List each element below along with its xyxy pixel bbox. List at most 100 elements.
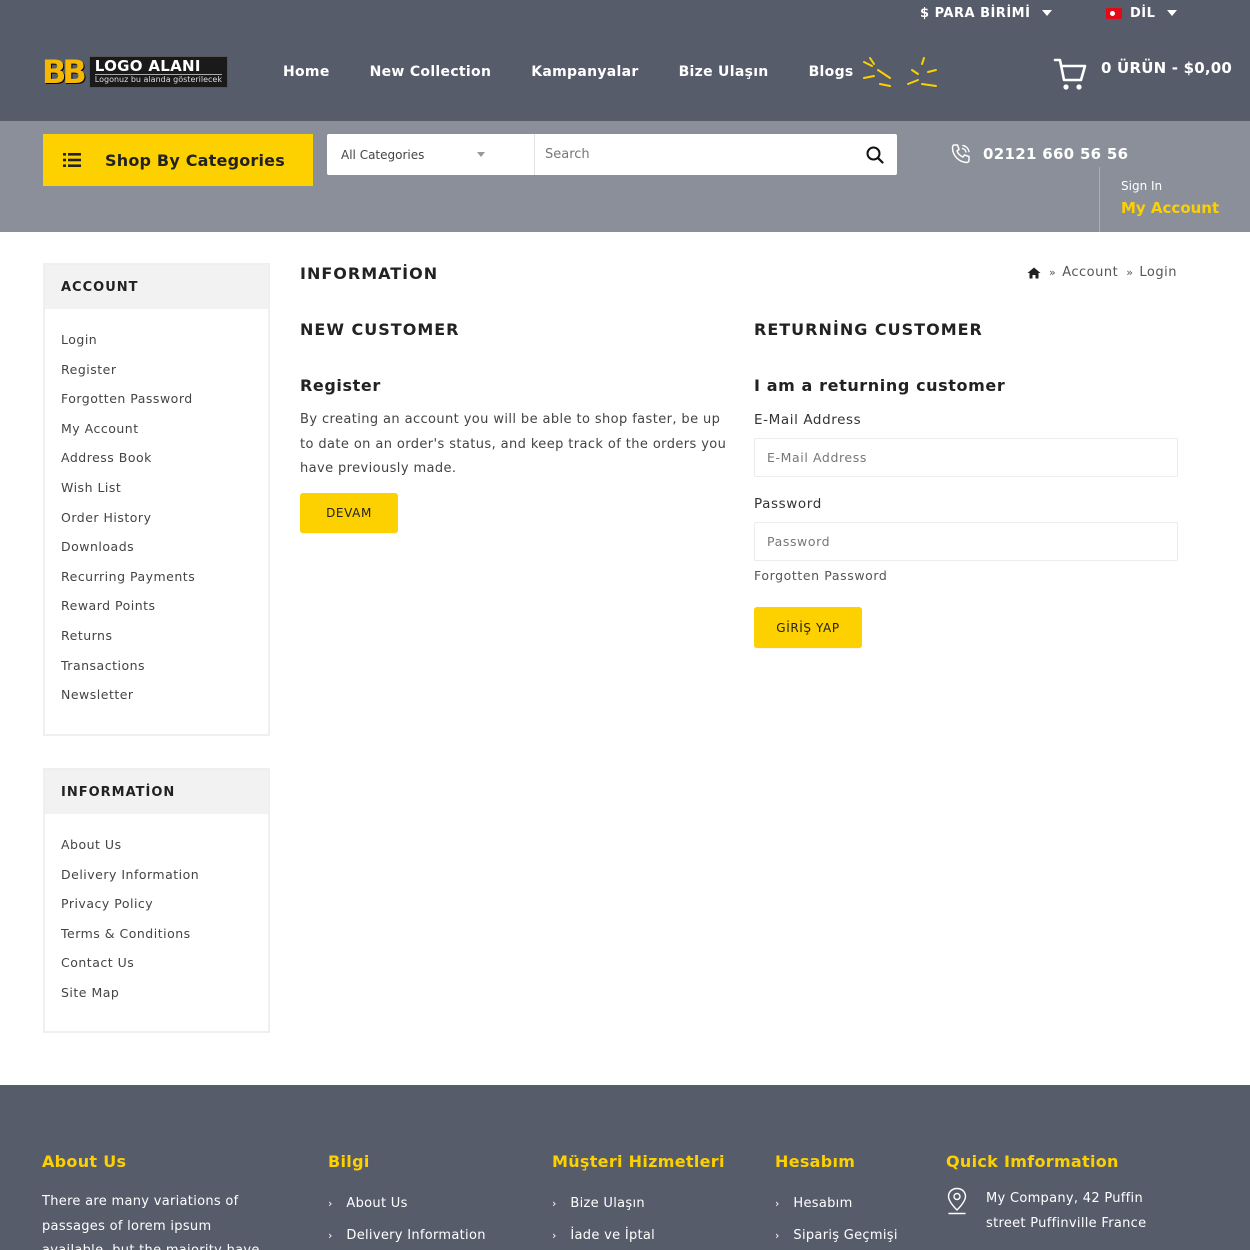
shop-by-categories-label: Shop By Categories — [105, 150, 285, 170]
phone-contact[interactable]: 02121 660 56 56 — [949, 142, 1128, 166]
returning-customer-heading: RETURNİNG CUSTOMER — [754, 320, 983, 339]
nav-blogs[interactable]: Blogs — [809, 64, 854, 80]
sign-in-link[interactable]: Sign In — [1121, 179, 1219, 193]
logo-text-box: LOGO ALANI Logonuz bu alanda gösterilece… — [88, 56, 228, 88]
list-item: Register — [61, 354, 268, 384]
language-label: DİL — [1130, 5, 1156, 21]
sidebar-link-about-us[interactable]: About Us — [61, 837, 122, 852]
password-label: Password — [754, 496, 822, 512]
footer-address-text: My Company, 42 Puffin street Puffinville… — [986, 1191, 1147, 1231]
cart-summary[interactable]: 0 ÜRÜN - $0,00 — [1053, 56, 1232, 92]
password-field[interactable] — [754, 522, 1178, 561]
sidebar-link-forgotten-password[interactable]: Forgotten Password — [61, 391, 193, 406]
nav-home[interactable]: Home — [283, 64, 330, 80]
sidebar-link-recurring-payments[interactable]: Recurring Payments — [61, 569, 195, 584]
list-menu-icon — [63, 153, 81, 167]
search-input[interactable] — [535, 134, 853, 175]
sidebar-link-site-map[interactable]: Site Map — [61, 985, 119, 1000]
sidebar-link-address-book[interactable]: Address Book — [61, 450, 152, 465]
sidebar-link-newsletter[interactable]: Newsletter — [61, 687, 134, 702]
shop-by-categories-button[interactable]: Shop By Categories — [43, 134, 313, 186]
footer-link-delivery-information[interactable]: Delivery Information — [346, 1225, 485, 1247]
search-button[interactable] — [853, 134, 897, 175]
main-navigation: Home New Collection Kampanyalar Bize Ula… — [283, 62, 894, 82]
list-item: Address Book — [61, 442, 268, 472]
sidebar-link-login[interactable]: Login — [61, 332, 97, 347]
sidebar-link-my-account[interactable]: My Account — [61, 421, 139, 436]
nav-kampanyalar[interactable]: Kampanyalar — [531, 64, 638, 80]
list-item: Contact Us — [61, 947, 268, 977]
sidebar-link-wish-list[interactable]: Wish List — [61, 480, 121, 495]
sidebar-link-reward-points[interactable]: Reward Points — [61, 598, 156, 613]
list-item: Wish List — [61, 472, 268, 502]
list-item: Site Map — [61, 977, 268, 1007]
currency-label: $ PARA BİRİMİ — [920, 5, 1031, 21]
search-category-select[interactable]: All Categories — [327, 134, 535, 175]
sidebar-link-order-history[interactable]: Order History — [61, 510, 151, 525]
site-footer: About Us There are many variations of pa… — [0, 1085, 1250, 1250]
list-item: Terms & Conditions — [61, 918, 268, 948]
sidebar-link-delivery-information[interactable]: Delivery Information — [61, 867, 199, 882]
footer-about-title: About Us — [42, 1152, 127, 1171]
list-item: Recurring Payments — [61, 561, 268, 591]
sidebar-link-privacy-policy[interactable]: Privacy Policy — [61, 896, 153, 911]
register-description: By creating an account you will be able … — [300, 412, 727, 476]
list-item: Delivery Information — [61, 859, 268, 889]
home-icon[interactable] — [1027, 267, 1041, 279]
chevron-right-icon: › — [552, 1197, 557, 1210]
email-label: E-Mail Address — [754, 412, 862, 428]
breadcrumb: » Account » Login — [1027, 265, 1177, 280]
chevron-right-icon: › — [328, 1197, 333, 1210]
sidebar-link-contact-us[interactable]: Contact Us — [61, 955, 134, 970]
logo-mark: BB — [42, 55, 87, 89]
list-item: Reward Points — [61, 590, 268, 620]
login-button[interactable]: GİRİŞ YAP — [754, 607, 862, 648]
footer-link-siparis-gecmisi[interactable]: Sipariş Geçmişi — [793, 1225, 897, 1247]
sidebar-link-terms-conditions[interactable]: Terms & Conditions — [61, 926, 191, 941]
breadcrumb-account[interactable]: Account — [1062, 265, 1118, 280]
footer-link-hesabim[interactable]: Hesabım — [793, 1193, 852, 1215]
nav-bize-ulasin[interactable]: Bize Ulaşın — [679, 64, 769, 80]
chevron-right-icon: › — [775, 1229, 780, 1242]
sidebar-link-register[interactable]: Register — [61, 362, 116, 377]
cart-label: 0 ÜRÜN - $0,00 — [1101, 59, 1233, 77]
footer-link-iade-iptal[interactable]: İade ve İptal — [570, 1225, 655, 1247]
chevron-right-icon: › — [328, 1229, 333, 1242]
list-item: My Account — [61, 413, 268, 443]
logo-title: LOGO ALANI — [94, 57, 201, 75]
phone-number: 02121 660 56 56 — [983, 145, 1129, 163]
breadcrumb-current[interactable]: Login — [1139, 265, 1177, 280]
chevron-right-icon: › — [775, 1197, 780, 1210]
list-item: About Us — [61, 829, 268, 859]
search-bar: All Categories — [327, 134, 897, 175]
sidebar-link-returns[interactable]: Returns — [61, 628, 113, 643]
list-item: › İade ve İptal — [552, 1225, 655, 1250]
currency-selector[interactable]: $ PARA BİRİMİ — [920, 2, 1053, 24]
footer-musteri-title: Müşteri Hizmetleri — [552, 1152, 725, 1171]
sparkle-right-icon — [907, 57, 937, 87]
sidebar-link-downloads[interactable]: Downloads — [61, 539, 134, 554]
my-account-link[interactable]: My Account — [1121, 199, 1219, 217]
footer-link-about-us[interactable]: About Us — [346, 1193, 407, 1215]
nav-new-collection[interactable]: New Collection — [370, 64, 492, 80]
continue-button[interactable]: DEVAM — [300, 493, 398, 533]
sidebar-link-transactions[interactable]: Transactions — [61, 658, 145, 673]
footer-hesabim-links: › Hesabım › Sipariş Geçmişi — [775, 1193, 898, 1250]
list-item: › Bize Ulaşın — [552, 1193, 655, 1225]
language-selector[interactable]: DİL — [1106, 2, 1178, 24]
footer-link-bize-ulasin[interactable]: Bize Ulaşın — [570, 1193, 645, 1215]
footer-bilgi-title: Bilgi — [328, 1152, 370, 1171]
email-field[interactable] — [754, 438, 1178, 477]
footer-about-text: There are many variations of passages of… — [42, 1194, 259, 1250]
footer-quick-title: Quick Imformation — [946, 1152, 1119, 1171]
list-item: Order History — [61, 502, 268, 532]
site-logo[interactable]: BB LOGO ALANI Logonuz bu alanda gösteril… — [42, 55, 228, 89]
list-item: › Delivery Information — [328, 1225, 486, 1250]
register-subheading: Register — [300, 376, 381, 395]
list-item: Transactions — [61, 650, 268, 680]
forgotten-password-link[interactable]: Forgotten Password — [754, 568, 887, 583]
list-item: Newsletter — [61, 679, 268, 709]
turkey-flag-icon — [1106, 7, 1122, 19]
list-item: › Hesabım — [775, 1193, 898, 1225]
list-item: › Sipariş Geçmişi — [775, 1225, 898, 1250]
